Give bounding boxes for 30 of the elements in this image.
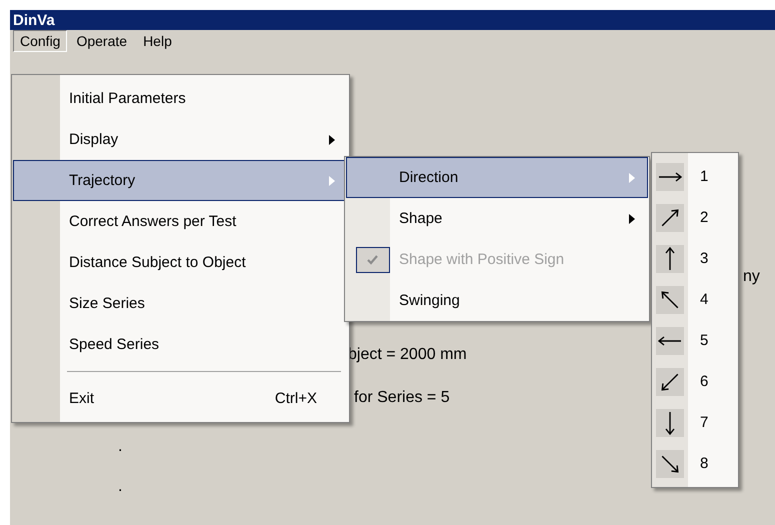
submenu-arrow-icon — [329, 176, 335, 186]
submenu-arrow-icon — [629, 172, 635, 182]
menu-item[interactable]: Speed Series — [13, 324, 348, 365]
menu-item[interactable]: Display — [13, 119, 348, 160]
menu-item[interactable]: 8 — [700, 455, 708, 472]
menu-item[interactable]: 2 — [700, 209, 708, 226]
status-text: for Series = 5 — [354, 389, 450, 407]
menu-bar-item[interactable]: Operate — [69, 30, 134, 52]
menu-item[interactable]: Correct Answers per Test — [13, 201, 348, 242]
menu-item[interactable]: 4 — [700, 291, 708, 308]
menu-item[interactable]: Exit Ctrl+X — [13, 378, 348, 419]
submenu-arrow-icon — [329, 134, 335, 144]
menu-item[interactable]: 3 — [700, 250, 708, 267]
window-title: DinVa — [13, 12, 55, 28]
menu-item[interactable]: Shape — [346, 198, 648, 239]
menu-item[interactable]: 5 — [700, 332, 708, 349]
menu-item[interactable]: Swinging — [346, 280, 648, 321]
menu-item[interactable]: Distance Subject to Object — [13, 242, 348, 283]
submenu-arrow-icon — [629, 214, 635, 224]
menu-item[interactable]: Direction — [346, 157, 648, 198]
menu-bar-item[interactable]: Help — [136, 30, 179, 52]
menu-item[interactable]: Initial Parameters — [13, 78, 348, 119]
menu-item[interactable]: Size Series — [13, 283, 348, 324]
menu-bar-item[interactable]: Config — [13, 30, 68, 52]
menu-item[interactable]: 6 — [700, 373, 708, 390]
menu-item[interactable]: 1 — [700, 168, 708, 185]
status-text: . — [118, 478, 122, 496]
status-text: ny — [743, 268, 760, 286]
status-text: . — [118, 438, 122, 456]
menu-item[interactable]: 7 — [700, 414, 708, 431]
